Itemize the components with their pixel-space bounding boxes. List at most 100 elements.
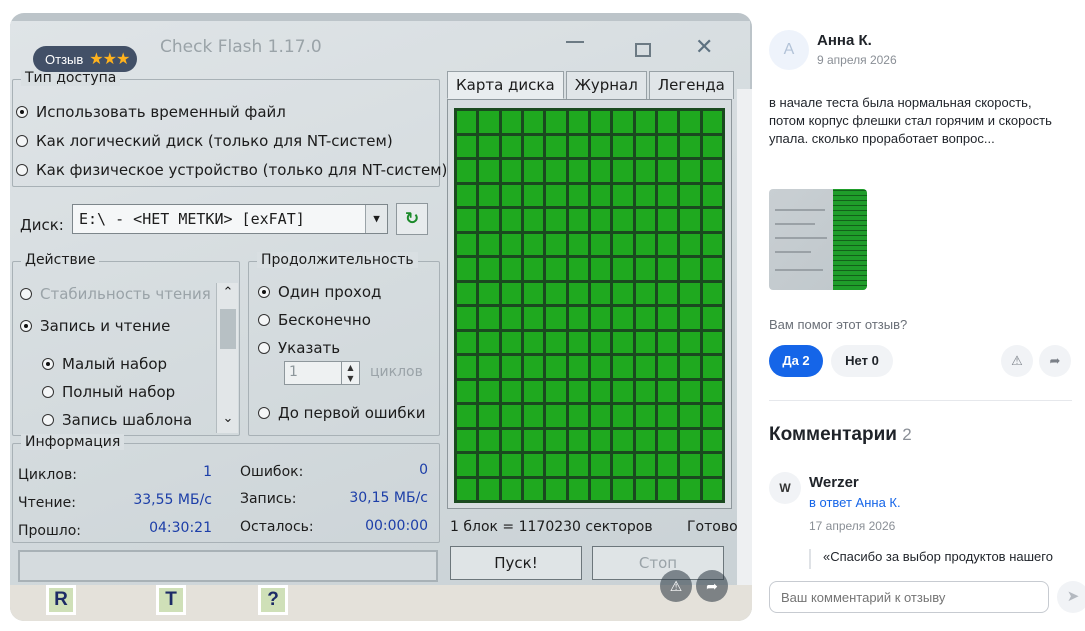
disk-map-block <box>658 135 678 157</box>
disk-map-block <box>501 380 521 402</box>
disk-map-block <box>568 429 588 451</box>
disk-map-block <box>524 331 544 353</box>
disk-map-block <box>501 184 521 206</box>
disk-map-block <box>524 282 544 304</box>
disk-map-block <box>546 160 566 182</box>
share-icon[interactable]: ➦ <box>1039 345 1071 377</box>
disk-map-block <box>613 282 633 304</box>
disk-map-block <box>680 380 700 402</box>
tab-disk-map: Карта диска <box>447 71 564 99</box>
info-remaining-value: 00:00:00 <box>365 518 428 534</box>
disk-map-block <box>501 258 521 280</box>
disk-map-block <box>479 429 499 451</box>
disk-map-block <box>524 160 544 182</box>
close-icon: ✕ <box>695 35 714 60</box>
review-photo[interactable]: Check Flash 1.17.0 ✕ Тип доступа Использ… <box>10 13 752 621</box>
disk-map <box>447 99 732 509</box>
disk-map-block <box>635 454 655 476</box>
disk-map-block <box>635 429 655 451</box>
disk-map-block <box>524 209 544 231</box>
send-icon[interactable]: ➤ <box>1057 581 1085 613</box>
thumbnail-line <box>775 251 811 253</box>
disk-map-block <box>546 454 566 476</box>
disk-map-block <box>591 160 611 182</box>
disk-map-block <box>457 209 477 231</box>
disk-map-block <box>457 233 477 255</box>
comment-input[interactable] <box>769 581 1049 613</box>
disk-map-block <box>680 135 700 157</box>
duration-option-infinite: Бесконечно <box>258 311 371 329</box>
review-photo-thumbnail[interactable] <box>769 189 867 290</box>
disk-map-block <box>479 111 499 133</box>
disk-map-block <box>524 307 544 329</box>
disk-map-block <box>479 209 499 231</box>
disk-map-block <box>702 380 722 402</box>
disk-map-block <box>479 135 499 157</box>
thumbnail-line <box>775 209 825 211</box>
disk-map-block <box>479 478 499 500</box>
disk-map-block <box>524 380 544 402</box>
disk-map-block <box>479 454 499 476</box>
radio-icon <box>258 407 270 419</box>
disk-map-block <box>501 454 521 476</box>
thumbnail-line <box>775 223 815 225</box>
disk-map-block <box>635 111 655 133</box>
disk-map-block <box>479 282 499 304</box>
disk-map-block <box>501 209 521 231</box>
disk-map-block <box>501 135 521 157</box>
disk-map-block <box>635 184 655 206</box>
disk-map-block <box>613 454 633 476</box>
refresh-icon: ↻ <box>396 203 428 235</box>
comment-reply-link[interactable]: в ответ Анна К. <box>809 495 901 510</box>
info-cycles-value: 1 <box>203 464 212 480</box>
radio-icon <box>16 135 28 147</box>
disk-map-block <box>524 184 544 206</box>
disk-map-block <box>524 111 544 133</box>
star-rating: ★★★ <box>89 51 130 68</box>
helpful-no-button[interactable]: Нет 0 <box>831 345 893 377</box>
info-write-value: 30,15 МБ/с <box>349 490 428 506</box>
helpful-yes-button[interactable]: Да 2 <box>769 345 823 377</box>
disk-map-block <box>613 258 633 280</box>
disk-map-block <box>591 331 611 353</box>
radio-icon <box>258 342 270 354</box>
disk-map-block <box>501 429 521 451</box>
disk-map-block <box>658 405 678 427</box>
disk-map-block <box>568 184 588 206</box>
disk-map-block <box>613 111 633 133</box>
info-remaining-label: Осталось: <box>240 519 314 535</box>
action-option-pattern: Запись шаблона <box>42 411 192 429</box>
review-author: Анна К. <box>817 32 872 49</box>
disk-map-block <box>680 331 700 353</box>
status-text: Готово <box>687 519 738 535</box>
disk-map-block <box>613 160 633 182</box>
disk-map-block <box>524 356 544 378</box>
disk-map-block <box>591 111 611 133</box>
disk-map-block <box>568 454 588 476</box>
avatar: А <box>769 30 809 70</box>
disk-map-block <box>546 209 566 231</box>
info-read-label: Чтение: <box>18 495 76 511</box>
warning-icon[interactable]: ⚠ <box>1001 345 1033 377</box>
disk-map-grid <box>454 108 725 503</box>
info-elapsed-value: 04:30:21 <box>149 520 212 536</box>
disk-map-block <box>568 258 588 280</box>
disk-map-block <box>635 356 655 378</box>
disk-map-block <box>658 282 678 304</box>
chevron-down-icon: ⌄ <box>222 411 234 426</box>
disk-map-block <box>591 478 611 500</box>
disk-map-block <box>658 478 678 500</box>
disk-map-block <box>591 429 611 451</box>
minimize-icon <box>566 41 584 43</box>
disk-map-block <box>591 135 611 157</box>
map-tabs: Карта диска Журнал Легенда <box>447 71 736 99</box>
access-option-temp-file: Использовать временный файл <box>16 103 286 121</box>
disk-map-block <box>568 478 588 500</box>
disk-map-block <box>635 307 655 329</box>
share-icon[interactable]: ➦ <box>696 570 728 602</box>
action-scrollbar: ⌃ ⌄ <box>216 283 238 433</box>
radio-icon <box>16 164 28 176</box>
warning-icon[interactable]: ⚠ <box>660 570 692 602</box>
disk-map-block <box>501 233 521 255</box>
maximize-icon <box>635 43 651 57</box>
